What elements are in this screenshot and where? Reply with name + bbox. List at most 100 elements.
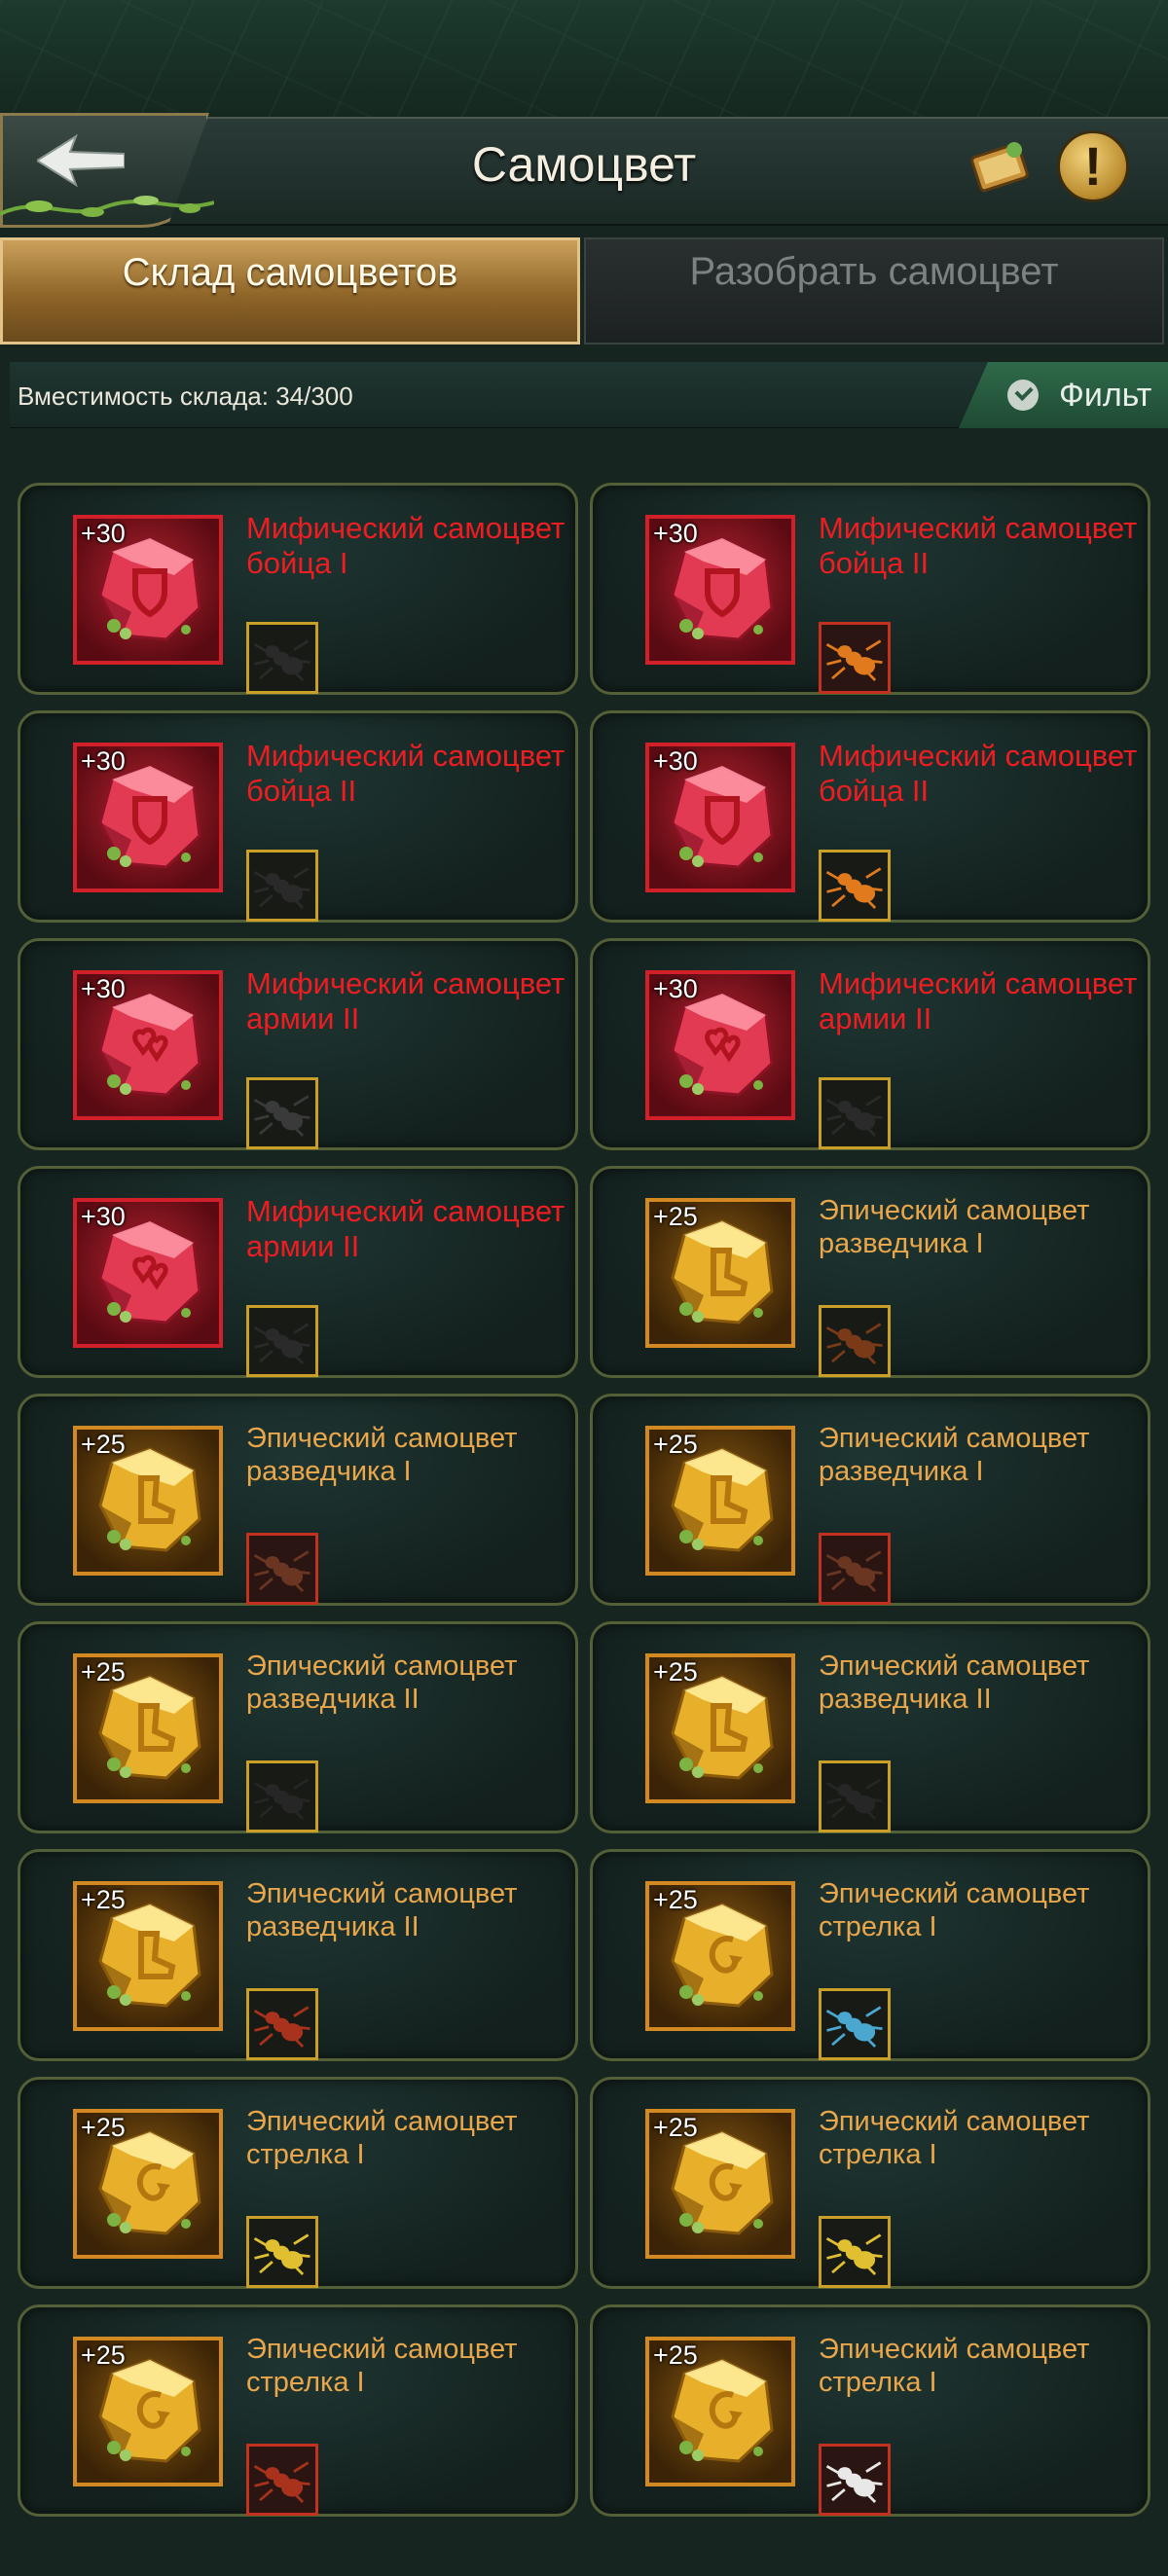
gem-card[interactable]: +30 Мифический самоцвет бойца II [590,710,1150,923]
gem-name: Эпический самоцвет разведчика I [819,1195,1090,1259]
mite-white-icon [825,2461,883,2503]
gem-bonus-label: +25 [653,2340,698,2370]
guide-book-icon[interactable] [967,136,1032,195]
gem-bonus-label: +30 [653,519,698,548]
gem-card[interactable]: +25 Эпический самоцвет разведчика II [590,1621,1150,1833]
insect-portrait [246,1533,318,1605]
gem-name: Мифический самоцвет армии II [246,966,566,1035]
gem-name: Мифический самоцвет бойца II [819,739,1138,808]
gem-card[interactable]: +25 Эпический самоцвет разведчика II [18,1621,578,1833]
storage-capacity-label: Вместимость склада: 34/300 [18,381,353,411]
epic-gem-icon [671,1219,774,1324]
gem-frame: +30 [73,743,223,892]
beetle-black-icon [253,1323,310,1364]
gem-frame: +30 [645,515,795,665]
gem-card[interactable]: +30 Мифический самоцвет бойца I [18,483,578,695]
epic-gem-icon [98,2358,201,2463]
gem-card[interactable]: +25 Эпический самоцвет разведчика I [18,1394,578,1606]
mythic-gem-icon [671,536,774,641]
tab-disassemble-gem[interactable]: Разобрать самоцвет [584,237,1164,345]
gem-frame: +25 [645,1653,795,1803]
gem-name: Мифический самоцвет армии II [819,966,1138,1035]
gem-bonus-label: +30 [81,974,126,1003]
gem-bonus-label: +25 [653,2113,698,2142]
gem-card[interactable]: +25 Эпический самоцвет стрелка I [590,2077,1150,2289]
tab-gem-storage[interactable]: Склад самоцветов [0,237,580,345]
gem-card[interactable]: +25 Эпический самоцвет разведчика II [18,1849,578,2061]
gem-bonus-label: +25 [81,2113,126,2142]
gem-bonus-label: +25 [653,1202,698,1231]
spider-brown-icon [253,1550,310,1592]
gem-name: Эпический самоцвет стрелка I [246,2106,518,2170]
check-icon [1007,380,1039,411]
ant-red-icon [253,2461,310,2503]
gem-card[interactable]: +25 Эпический самоцвет разведчика I [590,1166,1150,1378]
gem-bonus-label: +25 [81,1885,126,1914]
epic-gem-icon [98,1903,201,2008]
gem-card[interactable]: +30 Мифический самоцвет бойца II [590,483,1150,695]
insect-portrait [246,1305,318,1377]
gem-name: Мифический самоцвет армии II [246,1194,566,1263]
gem-card[interactable]: +25 Эпический самоцвет стрелка I [590,2304,1150,2517]
gem-frame: +25 [645,2337,795,2486]
epic-gem-icon [671,1447,774,1552]
gem-card[interactable]: +30 Мифический самоцвет бойца II [18,710,578,923]
gem-frame: +25 [73,1653,223,1803]
gem-bonus-label: +30 [81,746,126,776]
gem-name: Мифический самоцвет бойца I [246,511,566,580]
insect-portrait [246,1077,318,1149]
gem-name: Эпический самоцвет разведчика I [819,1423,1090,1487]
gem-card[interactable]: +25 Эпический самоцвет стрелка I [590,1849,1150,2061]
gem-frame: +25 [73,2337,223,2486]
gem-frame: +25 [645,2109,795,2259]
gem-card[interactable]: +25 Эпический самоцвет разведчика I [590,1394,1150,1606]
insect-portrait [819,1988,891,2060]
gem-frame: +25 [645,1426,795,1576]
mythic-gem-icon [98,764,201,869]
insect-portrait [246,2444,318,2516]
gem-name: Эпический самоцвет стрелка I [819,2106,1090,2170]
epic-gem-icon [98,1675,201,1780]
gem-card[interactable]: +30 Мифический самоцвет армии II [18,938,578,1150]
gem-bonus-label: +25 [653,1657,698,1687]
epic-gem-icon [98,2130,201,2235]
insect-portrait [246,850,318,922]
gem-bonus-label: +30 [81,519,126,548]
gem-bonus-label: +25 [81,1430,126,1459]
insect-portrait [246,622,318,694]
epic-gem-icon [671,1675,774,1780]
insect-portrait [819,1305,891,1377]
gem-frame: +30 [73,515,223,665]
gem-frame: +30 [73,970,223,1120]
insect-portrait [246,1760,318,1832]
insect-portrait [819,1760,891,1832]
gem-card[interactable]: +30 Мифический самоцвет армии II [590,938,1150,1150]
beetle-blue-icon [825,2006,883,2048]
gem-frame: +25 [73,1881,223,2031]
gem-frame: +25 [645,1198,795,1348]
ant-black-icon [825,1778,883,1820]
gem-bonus-label: +30 [653,746,698,776]
gem-card[interactable]: +25 Эпический самоцвет стрелка I [18,2077,578,2289]
gem-name: Эпический самоцвет стрелка I [819,1878,1090,1942]
info-icon[interactable]: ! [1057,130,1129,202]
gem-list: +30 Мифический самоцвет бойца I +30 Мифи… [0,483,1168,2576]
gem-card[interactable]: +25 Эпический самоцвет стрелка I [18,2304,578,2517]
gem-bonus-label: +25 [81,2340,126,2370]
spider-brown-icon [825,1550,883,1592]
gem-frame: +25 [73,1426,223,1576]
gem-card[interactable]: +30 Мифический самоцвет армии II [18,1166,578,1378]
gem-bonus-label: +30 [81,1202,126,1231]
insect-portrait [819,1077,891,1149]
ant-red-icon [253,2006,310,2048]
ant-orange-icon [825,639,883,681]
epic-gem-icon [671,1903,774,2008]
gem-name: Эпический самоцвет стрелка I [246,2334,518,2398]
beetle-black-icon [825,1095,883,1137]
gem-name: Эпический самоцвет разведчика II [246,1878,518,1942]
gem-bonus-label: +30 [653,974,698,1003]
mantis-dark-icon [253,1095,310,1137]
filter-button[interactable]: Фильт [959,362,1168,428]
insect-portrait [819,622,891,694]
beetle-yellow-icon [253,2233,310,2275]
